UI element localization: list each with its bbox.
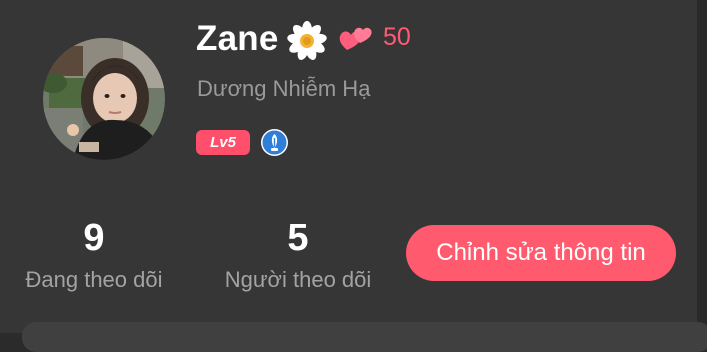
followers-count[interactable]: 5 bbox=[260, 216, 336, 260]
profile-name: Zane bbox=[196, 19, 279, 58]
content-card-edge bbox=[22, 322, 707, 352]
scrollbar-track bbox=[697, 0, 707, 333]
daisy-flower-icon bbox=[287, 21, 327, 60]
edit-profile-button[interactable]: Chỉnh sửa thông tin bbox=[406, 225, 676, 281]
hearts-count: 50 bbox=[383, 23, 411, 51]
blue-quill-badge-icon[interactable] bbox=[260, 128, 289, 157]
level-badge: Lv5 bbox=[196, 130, 250, 155]
two-hearts-icon bbox=[339, 27, 372, 50]
avatar[interactable] bbox=[43, 38, 165, 160]
following-label[interactable]: Đang theo dõi bbox=[4, 266, 184, 294]
profile-subtitle: Dương Nhiễm Hạ bbox=[197, 76, 371, 101]
followers-label[interactable]: Người theo dõi bbox=[204, 266, 392, 294]
following-count[interactable]: 9 bbox=[56, 216, 132, 260]
